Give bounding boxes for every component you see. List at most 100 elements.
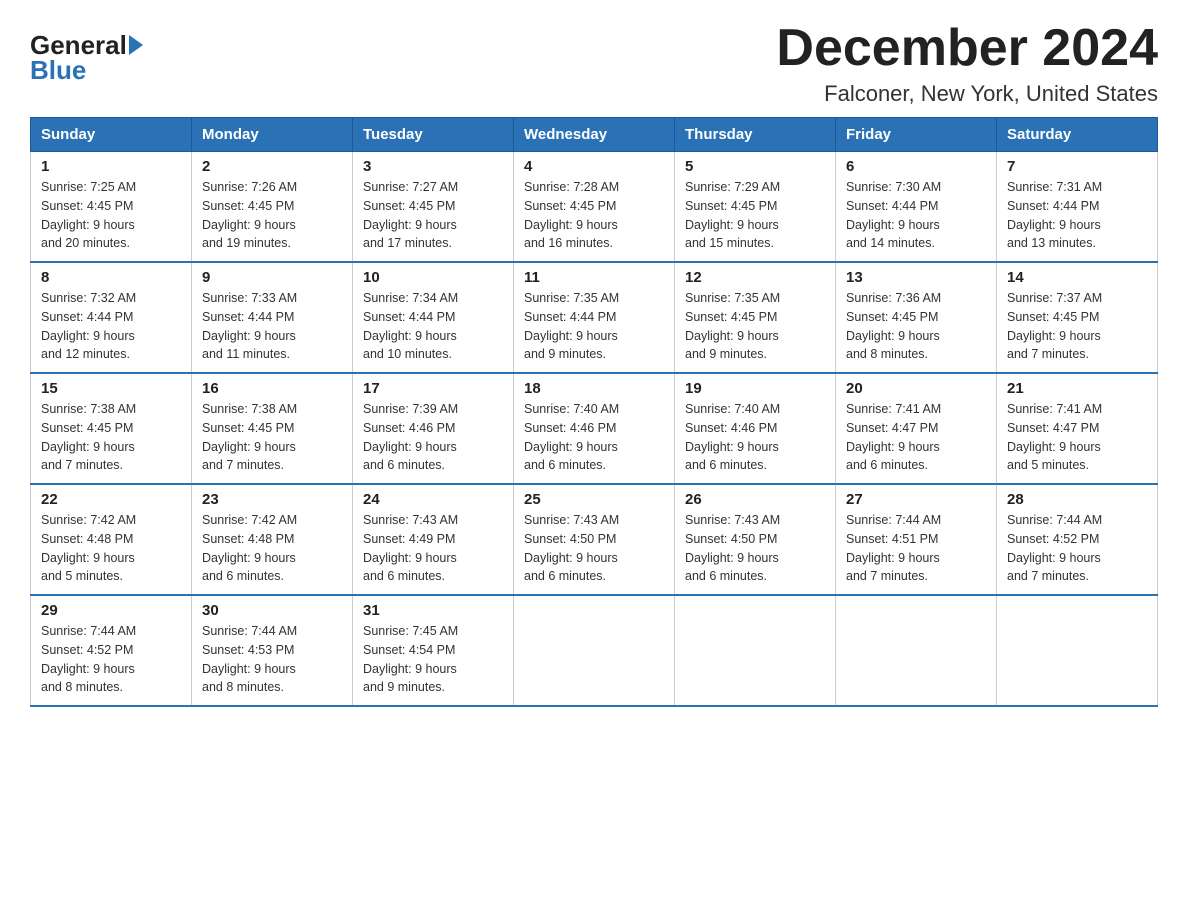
day-info: Sunrise: 7:38 AMSunset: 4:45 PMDaylight:… — [202, 400, 342, 475]
day-number: 10 — [363, 269, 503, 286]
day-info: Sunrise: 7:25 AMSunset: 4:45 PMDaylight:… — [41, 178, 181, 253]
day-info: Sunrise: 7:42 AMSunset: 4:48 PMDaylight:… — [41, 511, 181, 586]
day-info: Sunrise: 7:37 AMSunset: 4:45 PMDaylight:… — [1007, 289, 1147, 364]
day-number: 20 — [846, 380, 986, 397]
calendar-cell: 4Sunrise: 7:28 AMSunset: 4:45 PMDaylight… — [514, 152, 675, 263]
day-info: Sunrise: 7:43 AMSunset: 4:50 PMDaylight:… — [524, 511, 664, 586]
calendar-cell: 19 Sunrise: 7:40 AMSunset: 4:46 PMDayligh… — [675, 373, 836, 484]
day-number: 3 — [363, 158, 503, 175]
calendar-cell: 9 Sunrise: 7:33 AMSunset: 4:44 PMDaylight… — [192, 262, 353, 373]
calendar-cell: 12 Sunrise: 7:35 AMSunset: 4:45 PMDayligh… — [675, 262, 836, 373]
day-number: 31 — [363, 602, 503, 619]
day-number: 16 — [202, 380, 342, 397]
calendar-header-sunday: Sunday — [31, 118, 192, 152]
day-info: Sunrise: 7:31 AMSunset: 4:44 PMDaylight:… — [1007, 178, 1147, 253]
day-info: Sunrise: 7:40 AMSunset: 4:46 PMDaylight:… — [524, 400, 664, 475]
calendar-cell: 8 Sunrise: 7:32 AMSunset: 4:44 PMDaylight… — [31, 262, 192, 373]
day-info: Sunrise: 7:35 AMSunset: 4:44 PMDaylight:… — [524, 289, 664, 364]
calendar-table: SundayMondayTuesdayWednesdayThursdayFrid… — [30, 117, 1158, 707]
calendar-cell: 20 Sunrise: 7:41 AMSunset: 4:47 PMDayligh… — [836, 373, 997, 484]
day-number: 7 — [1007, 158, 1147, 175]
day-info: Sunrise: 7:44 AMSunset: 4:53 PMDaylight:… — [202, 622, 342, 697]
calendar-cell: 24 Sunrise: 7:43 AMSunset: 4:49 PMDayligh… — [353, 484, 514, 595]
calendar-cell: 10 Sunrise: 7:34 AMSunset: 4:44 PMDayligh… — [353, 262, 514, 373]
day-number: 5 — [685, 158, 825, 175]
day-number: 12 — [685, 269, 825, 286]
day-number: 19 — [685, 380, 825, 397]
calendar-cell: 7 Sunrise: 7:31 AMSunset: 4:44 PMDaylight… — [997, 152, 1158, 263]
day-number: 27 — [846, 491, 986, 508]
day-number: 13 — [846, 269, 986, 286]
calendar-cell: 11 Sunrise: 7:35 AMSunset: 4:44 PMDayligh… — [514, 262, 675, 373]
calendar-week-row: 15 Sunrise: 7:38 AMSunset: 4:45 PMDayligh… — [31, 373, 1158, 484]
calendar-week-row: 29 Sunrise: 7:44 AMSunset: 4:52 PMDayligh… — [31, 595, 1158, 706]
day-info: Sunrise: 7:44 AMSunset: 4:52 PMDaylight:… — [1007, 511, 1147, 586]
calendar-cell — [836, 595, 997, 706]
day-info: Sunrise: 7:30 AMSunset: 4:44 PMDaylight:… — [846, 178, 986, 253]
day-info: Sunrise: 7:35 AMSunset: 4:45 PMDaylight:… — [685, 289, 825, 364]
calendar-cell: 28Sunrise: 7:44 AMSunset: 4:52 PMDayligh… — [997, 484, 1158, 595]
calendar-cell: 27 Sunrise: 7:44 AMSunset: 4:51 PMDayligh… — [836, 484, 997, 595]
calendar-cell: 21 Sunrise: 7:41 AMSunset: 4:47 PMDayligh… — [997, 373, 1158, 484]
day-number: 26 — [685, 491, 825, 508]
day-info: Sunrise: 7:45 AMSunset: 4:54 PMDaylight:… — [363, 622, 503, 697]
day-info: Sunrise: 7:36 AMSunset: 4:45 PMDaylight:… — [846, 289, 986, 364]
day-info: Sunrise: 7:26 AMSunset: 4:45 PMDaylight:… — [202, 178, 342, 253]
day-info: Sunrise: 7:43 AMSunset: 4:49 PMDaylight:… — [363, 511, 503, 586]
day-info: Sunrise: 7:42 AMSunset: 4:48 PMDaylight:… — [202, 511, 342, 586]
day-info: Sunrise: 7:41 AMSunset: 4:47 PMDaylight:… — [846, 400, 986, 475]
day-info: Sunrise: 7:33 AMSunset: 4:44 PMDaylight:… — [202, 289, 342, 364]
calendar-cell: 5 Sunrise: 7:29 AMSunset: 4:45 PMDaylight… — [675, 152, 836, 263]
calendar-cell: 22Sunrise: 7:42 AMSunset: 4:48 PMDayligh… — [31, 484, 192, 595]
day-info: Sunrise: 7:44 AMSunset: 4:52 PMDaylight:… — [41, 622, 181, 697]
calendar-header-monday: Monday — [192, 118, 353, 152]
page-subtitle: Falconer, New York, United States — [776, 81, 1158, 107]
day-info: Sunrise: 7:41 AMSunset: 4:47 PMDaylight:… — [1007, 400, 1147, 475]
calendar-header-saturday: Saturday — [997, 118, 1158, 152]
day-number: 9 — [202, 269, 342, 286]
day-number: 8 — [41, 269, 181, 286]
day-number: 4 — [524, 158, 664, 175]
calendar-cell: 3 Sunrise: 7:27 AMSunset: 4:45 PMDaylight… — [353, 152, 514, 263]
day-number: 24 — [363, 491, 503, 508]
day-number: 1 — [41, 158, 181, 175]
calendar-header-friday: Friday — [836, 118, 997, 152]
day-number: 29 — [41, 602, 181, 619]
day-info: Sunrise: 7:38 AMSunset: 4:45 PMDaylight:… — [41, 400, 181, 475]
day-number: 17 — [363, 380, 503, 397]
calendar-cell: 13 Sunrise: 7:36 AMSunset: 4:45 PMDayligh… — [836, 262, 997, 373]
day-number: 21 — [1007, 380, 1147, 397]
calendar-cell: 18 Sunrise: 7:40 AMSunset: 4:46 PMDayligh… — [514, 373, 675, 484]
calendar-cell: 17Sunrise: 7:39 AMSunset: 4:46 PMDayligh… — [353, 373, 514, 484]
calendar-cell: 29 Sunrise: 7:44 AMSunset: 4:52 PMDayligh… — [31, 595, 192, 706]
calendar-cell: 23Sunrise: 7:42 AMSunset: 4:48 PMDayligh… — [192, 484, 353, 595]
title-block: December 2024 Falconer, New York, United… — [776, 20, 1158, 107]
day-info: Sunrise: 7:27 AMSunset: 4:45 PMDaylight:… — [363, 178, 503, 253]
calendar-header-row: SundayMondayTuesdayWednesdayThursdayFrid… — [31, 118, 1158, 152]
day-info: Sunrise: 7:29 AMSunset: 4:45 PMDaylight:… — [685, 178, 825, 253]
day-number: 11 — [524, 269, 664, 286]
calendar-week-row: 22Sunrise: 7:42 AMSunset: 4:48 PMDayligh… — [31, 484, 1158, 595]
day-info: Sunrise: 7:44 AMSunset: 4:51 PMDaylight:… — [846, 511, 986, 586]
calendar-cell: 25Sunrise: 7:43 AMSunset: 4:50 PMDayligh… — [514, 484, 675, 595]
calendar-cell — [997, 595, 1158, 706]
page-header: General Blue December 2024 Falconer, New… — [30, 20, 1158, 107]
calendar-week-row: 8 Sunrise: 7:32 AMSunset: 4:44 PMDaylight… — [31, 262, 1158, 373]
logo-arrow-icon — [129, 35, 143, 55]
day-info: Sunrise: 7:34 AMSunset: 4:44 PMDaylight:… — [363, 289, 503, 364]
logo-blue-text: Blue — [30, 55, 86, 86]
day-number: 15 — [41, 380, 181, 397]
calendar-cell — [514, 595, 675, 706]
day-number: 30 — [202, 602, 342, 619]
calendar-cell: 2Sunrise: 7:26 AMSunset: 4:45 PMDaylight… — [192, 152, 353, 263]
calendar-header-wednesday: Wednesday — [514, 118, 675, 152]
page-title: December 2024 — [776, 20, 1158, 77]
calendar-cell: 30 Sunrise: 7:44 AMSunset: 4:53 PMDayligh… — [192, 595, 353, 706]
calendar-cell: 26Sunrise: 7:43 AMSunset: 4:50 PMDayligh… — [675, 484, 836, 595]
day-info: Sunrise: 7:40 AMSunset: 4:46 PMDaylight:… — [685, 400, 825, 475]
day-number: 18 — [524, 380, 664, 397]
calendar-cell — [675, 595, 836, 706]
day-info: Sunrise: 7:32 AMSunset: 4:44 PMDaylight:… — [41, 289, 181, 364]
calendar-cell: 15 Sunrise: 7:38 AMSunset: 4:45 PMDayligh… — [31, 373, 192, 484]
calendar-cell: 1 Sunrise: 7:25 AMSunset: 4:45 PMDaylight… — [31, 152, 192, 263]
